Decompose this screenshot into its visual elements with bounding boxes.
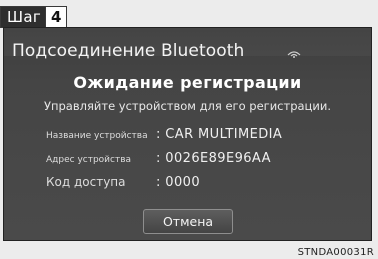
device-name-value: : CAR MULTIMEDIA (156, 127, 283, 142)
step-indicator: Шаг 4 (0, 6, 68, 28)
step-label: Шаг (1, 7, 46, 27)
figure-reference-code: STNDA00031R (297, 247, 374, 258)
screen-title: Подсоединение Bluetooth (12, 41, 245, 61)
bluetooth-connection-screen: Подсоединение Bluetooth Ожидание регистр… (3, 27, 372, 241)
step-number: 4 (45, 7, 66, 27)
device-name-label: Название устройства (46, 131, 148, 141)
device-name-row: Название устройства : CAR MULTIMEDIA (46, 127, 282, 142)
device-address-label: Адрес устройства (46, 155, 132, 165)
manual-page: Шаг 4 Подсоединение Bluetooth Ожидание р… (0, 0, 378, 259)
passkey-value: : 0000 (156, 175, 200, 190)
passkey-label: Код доступа (46, 175, 126, 189)
device-address-value: : 0026E89E96AA (156, 151, 271, 166)
device-address-row: Адрес устройства : 0026E89E96AA (46, 151, 271, 166)
registration-instruction: Управляйте устройством для его регистрац… (43, 99, 331, 113)
cancel-button[interactable]: Отмена (143, 209, 233, 234)
bluetooth-signal-icon (287, 51, 301, 58)
waiting-registration-heading: Ожидание регистрации (73, 73, 302, 92)
passkey-row: Код доступа : 0000 (46, 175, 200, 190)
